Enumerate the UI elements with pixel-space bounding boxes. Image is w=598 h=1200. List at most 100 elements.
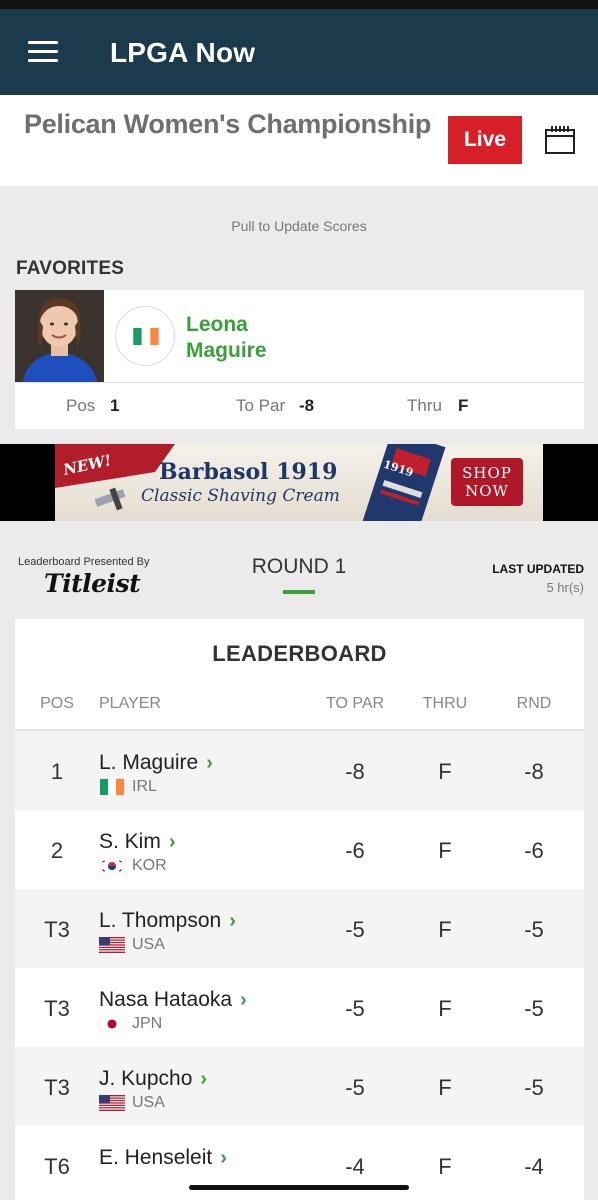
ad-cta-line1: SHOP [462, 464, 512, 482]
leaderboard-title: LEADERBOARD [212, 641, 387, 666]
row-country: IRL [132, 778, 157, 795]
chevron-right-icon: › [240, 989, 247, 1011]
ad-product: Classic Shaving Cream [141, 486, 340, 506]
app-bar: LPGA Now [0, 9, 598, 95]
chevron-right-icon: › [206, 752, 213, 774]
row-rnd: -6 [524, 838, 544, 863]
col-header-to-par: TO PAR [325, 695, 385, 712]
row-pos: T6 [44, 1154, 70, 1179]
thru-value: F [458, 396, 469, 415]
row-player-name: L. Maguire [99, 751, 199, 774]
row-thru: F [438, 917, 452, 942]
pos-label: Pos [66, 396, 96, 415]
row-thru: F [438, 759, 452, 784]
row-rnd: -5 [524, 996, 544, 1021]
barbasol-ad[interactable]: NEW! Barbasol 1919 Classic Shaving Cream… [55, 444, 543, 521]
row-player-name: Nasa Hataoka [99, 988, 233, 1011]
favorite-player-last-name: Maguire [186, 339, 267, 362]
ireland-flag-badge [115, 306, 175, 366]
row-to-par: -6 [345, 838, 365, 863]
status-bar [0, 0, 598, 9]
to-par-value: -8 [299, 396, 315, 415]
row-player: J. Kupcho › [99, 1067, 207, 1091]
row-to-par: -4 [345, 1154, 365, 1179]
row-player: Nasa Hataoka › [99, 988, 247, 1012]
row-pos: T3 [44, 1075, 70, 1100]
last-updated-value: 5 hr(s) [546, 580, 584, 595]
thru-label: Thru [407, 396, 442, 415]
to-par-label: To Par [236, 396, 286, 415]
favorite-player-card[interactable]: Leona Maguire Pos 1 To Par -8 Thru F [15, 290, 584, 429]
favorite-player-name: Leona Maguire [186, 312, 386, 364]
row-rnd: -4 [524, 1154, 544, 1179]
tab-round-1[interactable]: ROUND 1 [230, 555, 368, 579]
row-thru: F [438, 1154, 452, 1179]
row-player: E. Henseleit › [99, 1146, 227, 1170]
row-country: USA [132, 936, 165, 953]
ad-banner-area: NEW! Barbasol 1919 Classic Shaving Cream… [0, 444, 598, 521]
row-pos: T3 [44, 996, 70, 1021]
calendar-icon[interactable] [545, 126, 575, 154]
app-title: LPGA Now [110, 37, 256, 68]
usa-flag-icon [99, 1095, 125, 1111]
table-row[interactable]: T3 J. Kupcho › USA -5 F -5 [15, 1047, 584, 1126]
favorite-player-first-name: Leona [186, 313, 248, 336]
row-thru: F [438, 838, 452, 863]
active-tab-indicator [283, 590, 315, 594]
home-indicator[interactable] [189, 1185, 409, 1190]
japan-flag-icon [99, 1016, 125, 1032]
col-header-rnd: RND [516, 695, 552, 712]
leaderboard-presented-by: Leaderboard Presented By [18, 556, 150, 568]
row-player-name: S. Kim [99, 830, 161, 853]
table-row[interactable]: T3 Nasa Hataoka › JPN -5 F -5 [15, 968, 584, 1047]
leaderboard-card: LEADERBOARD POS PLAYER TO PAR THRU RND 1… [15, 619, 584, 1200]
ad-cta-line2: NOW [465, 482, 509, 500]
event-title: Pelican Women's Championship [24, 109, 432, 139]
table-row[interactable]: T3 L. Thompson › USA -5 F -5 [15, 889, 584, 968]
row-to-par: -8 [345, 759, 365, 784]
row-country: USA [132, 1094, 165, 1111]
ireland-flag-icon [133, 328, 159, 345]
row-pos: 1 [50, 759, 64, 784]
table-row[interactable]: 1 L. Maguire › IRL -8 F -8 [15, 731, 584, 810]
live-button[interactable]: Live [448, 116, 522, 164]
row-rnd: -8 [524, 759, 544, 784]
row-country: JPN [132, 1015, 163, 1032]
ad-shop-now: SHOP NOW [451, 464, 523, 500]
row-player: S. Kim › [99, 830, 176, 854]
event-header: Pelican Women's Championship Live [0, 95, 598, 186]
row-to-par: -5 [345, 1075, 365, 1100]
row-to-par: -5 [345, 996, 365, 1021]
row-player-name: J. Kupcho [99, 1067, 193, 1090]
row-to-par: -5 [345, 917, 365, 942]
divider [104, 382, 584, 383]
chevron-right-icon: › [220, 1147, 227, 1169]
row-player: L. Thompson › [99, 909, 236, 933]
ireland-flag-icon [100, 779, 124, 795]
chevron-right-icon: › [200, 1068, 208, 1090]
row-pos: 2 [50, 838, 64, 863]
row-player-name: L. Thompson [99, 909, 222, 932]
titleist-logo: Titleist [44, 569, 141, 598]
row-thru: F [438, 996, 452, 1021]
row-pos: T3 [44, 917, 70, 942]
col-header-player: PLAYER [99, 695, 161, 712]
chevron-right-icon: › [229, 910, 236, 932]
pos-value: 1 [110, 396, 120, 415]
table-row[interactable]: 2 S. Kim › KOR -6 F -6 [15, 810, 584, 889]
divider [15, 382, 104, 383]
ad-brand: Barbasol 1919 [159, 459, 338, 485]
row-rnd: -5 [524, 917, 544, 942]
row-thru: F [438, 1075, 452, 1100]
chevron-right-icon: › [168, 831, 176, 853]
pull-to-update-text: Pull to Update Scores [231, 218, 367, 234]
player-photo [15, 290, 104, 382]
row-country: KOR [132, 857, 167, 874]
favorites-heading: FAVORITES [16, 258, 125, 279]
last-updated-label: LAST UPDATED [492, 562, 584, 576]
korea-flag-icon [99, 858, 125, 874]
row-rnd: -5 [524, 1075, 544, 1100]
row-player-name: E. Henseleit [99, 1146, 213, 1169]
hamburger-menu-icon[interactable] [28, 41, 58, 63]
row-player: L. Maguire › [99, 751, 213, 775]
